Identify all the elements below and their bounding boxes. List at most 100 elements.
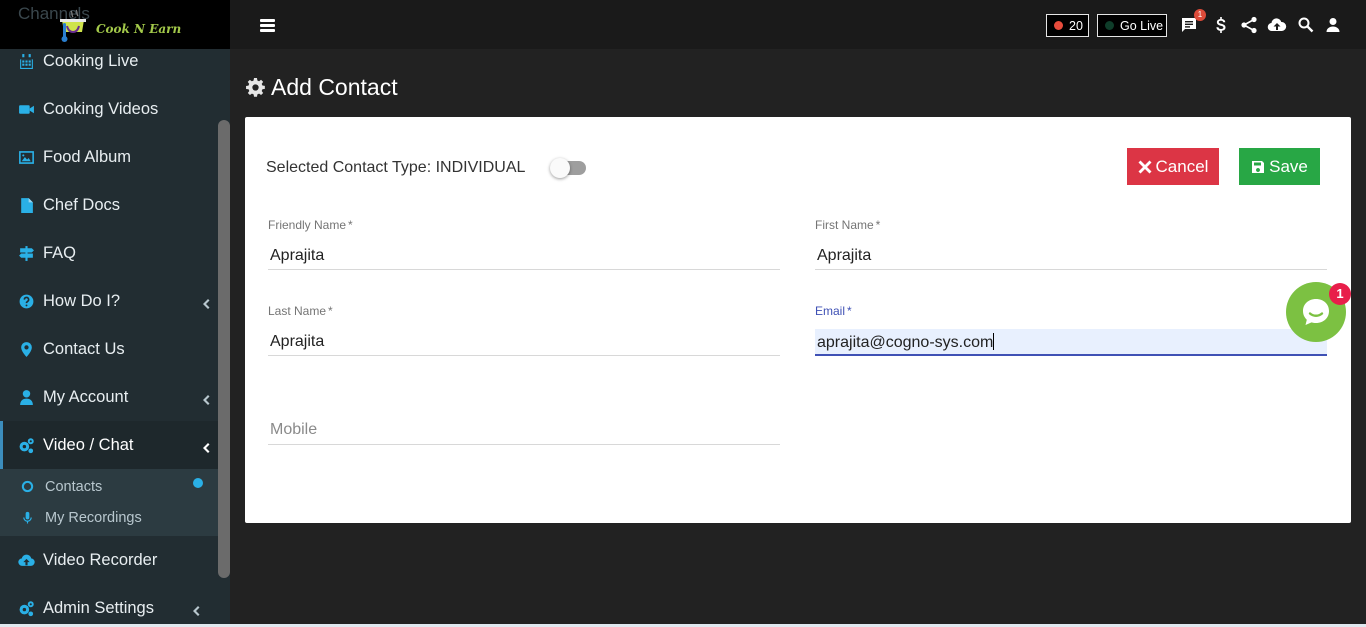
mobile-field[interactable]: Mobile [268,407,780,445]
sidebar-subitem-label: Contacts [45,478,103,495]
email-input[interactable]: aprajita@cogno-sys.com [815,329,1327,356]
last-name-label-text: Last Name [268,304,327,318]
sidebar-item-chef-docs[interactable]: Chef Docs [0,181,218,229]
gear-icon [246,77,265,97]
user-icon[interactable] [1324,16,1342,34]
chevron-left-icon [202,295,210,309]
sidebar: Cooking Live Cooking Videos Food Album C… [0,0,230,627]
go-live-label: Go Live [1120,18,1164,33]
contact-type-toggle[interactable] [550,158,586,178]
friendly-name-input[interactable]: Aprajita [268,243,780,270]
sidebar-item-label: Video Recorder [43,550,158,569]
required-mark: * [328,304,333,318]
friendly-name-label-text: Friendly Name [268,218,347,232]
cancel-button[interactable]: Cancel [1127,148,1219,185]
last-name-field[interactable]: Last Name * Aprajita [268,304,780,356]
email-label: Email * [815,304,1327,318]
mobile-input[interactable]: Mobile [268,407,780,445]
required-mark: * [875,218,881,232]
sidebar-subitem-contacts[interactable]: Contacts [0,471,218,502]
document-icon [17,196,35,214]
record-dot-icon [1054,21,1063,30]
sidebar-item-admin-settings[interactable]: Admin Settings [0,584,218,627]
add-contact-form: Selected Contact Type: INDIVIDUAL Cancel… [245,117,1351,523]
go-live-button[interactable]: Go Live [1097,14,1167,37]
active-indicator [193,478,203,488]
video-camera-icon [17,100,35,118]
video-chat-submenu: Contacts My Recordings [0,469,218,536]
sidebar-item-label: How Do I? [43,291,121,310]
save-icon [1252,160,1265,173]
sidebar-scrollbar[interactable] [218,120,230,578]
cogs-icon [17,599,35,617]
email-field[interactable]: Email * aprajita@cogno-sys.com [815,304,1327,356]
friendly-name-field[interactable]: Friendly Name * Aprajita [268,218,780,270]
first-name-input[interactable]: Aprajita [815,243,1327,270]
sidebar-item-label: Video / Chat [43,435,134,454]
microphone-icon [20,511,34,525]
sidebar-item-cooking-videos[interactable]: Cooking Videos [0,85,218,133]
sidebar-subitem-my-recordings[interactable]: My Recordings [0,502,218,533]
menu-icon[interactable] [260,19,275,32]
notification-badge: 1 [1194,9,1206,21]
image-icon [17,148,35,166]
cogs-icon [17,436,35,454]
chat-unread-badge: 1 [1329,283,1351,305]
sidebar-item-food-album[interactable]: Food Album [0,133,218,181]
live-dot-icon [1105,21,1114,30]
chevron-left-icon [202,439,210,453]
email-label-text: Email [815,304,846,318]
save-label: Save [1269,156,1308,176]
brand-name: Cook N Earn [96,22,182,36]
sidebar-subitem-label: My Recordings [45,509,142,526]
first-name-label-text: First Name [815,218,874,232]
cloud-upload-icon[interactable] [1267,16,1287,34]
cloud-upload-icon [17,551,35,569]
sidebar-item-label: Cooking Live [43,51,139,70]
calendar-icon [17,52,35,70]
sidebar-item-video-recorder[interactable]: Video Recorder [0,536,218,584]
cancel-label: Cancel [1155,156,1209,176]
sidebar-item-my-account[interactable]: My Account [0,373,218,421]
text-caret [993,333,995,350]
topbar: 20 Go Live 1 [230,0,1366,49]
last-name-input[interactable]: Aprajita [268,329,780,356]
required-mark: * [348,218,353,232]
chevron-left-icon [202,391,210,405]
close-icon [1138,160,1152,173]
brand-header[interactable]: Channels Cook N Earn [0,0,230,49]
live-count-badge[interactable]: 20 [1046,14,1089,37]
sidebar-item-label: Food Album [43,147,132,166]
required-mark: * [847,304,852,318]
page-title-text: Add Contact [271,73,398,100]
last-name-label: Last Name * [268,304,780,318]
sidebar-item-label: Cooking Videos [43,99,159,118]
circle-outline-icon [20,480,34,494]
signpost-icon [17,244,35,262]
sidebar-item-label: Chef Docs [43,195,121,214]
sidebar-menu: Cooking Live Cooking Videos Food Album C… [0,37,218,627]
search-icon[interactable] [1297,16,1315,34]
sidebar-item-label: FAQ [43,243,77,262]
dollar-icon[interactable] [1212,16,1230,34]
cooking-pot-logo-icon [54,6,94,44]
share-icon[interactable] [1240,16,1258,34]
sidebar-item-video-chat[interactable]: Video / Chat [0,421,218,469]
email-value: aprajita@cogno-sys.com [817,334,994,351]
first-name-label: First Name * [815,218,1327,232]
sidebar-item-label: My Account [43,387,129,406]
sidebar-item-label: Admin Settings [43,598,154,617]
sidebar-item-label: Contact Us [43,339,125,358]
question-circle-icon [17,292,35,310]
user-icon [17,388,35,406]
sidebar-item-how-do-i[interactable]: How Do I? [0,277,218,325]
save-button[interactable]: Save [1239,148,1320,185]
live-count: 20 [1069,18,1083,33]
map-marker-icon [17,340,35,358]
first-name-field[interactable]: First Name * Aprajita [815,218,1327,270]
contact-type-label: Selected Contact Type: INDIVIDUAL [266,159,526,176]
sidebar-item-faq[interactable]: FAQ [0,229,218,277]
chat-bubble-icon [1303,299,1329,325]
page-title: Add Contact [245,73,398,101]
sidebar-item-contact-us[interactable]: Contact Us [0,325,218,373]
